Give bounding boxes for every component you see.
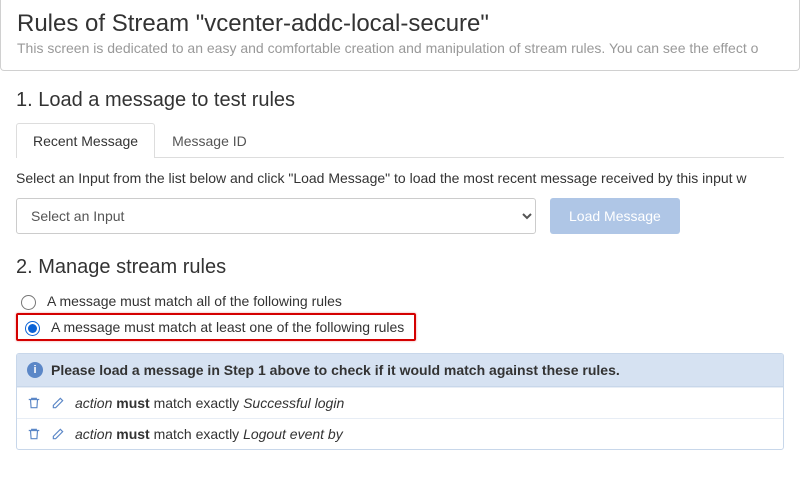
rule-row: action must match exactly Logout event b… <box>17 418 783 449</box>
match-all-label: A message must match all of the followin… <box>47 293 342 309</box>
match-any-radio[interactable] <box>25 321 40 336</box>
match-all-radio-row[interactable]: A message must match all of the followin… <box>16 289 784 313</box>
match-all-radio[interactable] <box>21 295 36 310</box>
info-icon: i <box>27 362 43 378</box>
rules-panel: i Please load a message in Step 1 above … <box>16 353 784 450</box>
match-any-highlight: A message must match at least one of the… <box>16 313 416 341</box>
rule-row: action must match exactly Successful log… <box>17 387 783 418</box>
title-suffix: " <box>480 10 489 37</box>
rule-text: action must match exactly Logout event b… <box>75 426 343 442</box>
section2-title: 2. Manage stream rules <box>16 256 784 279</box>
rule-text: action must match exactly Successful log… <box>75 395 344 411</box>
stream-name: vcenter-addc-local-secure <box>204 10 480 37</box>
rules-panel-hint: i Please load a message in Step 1 above … <box>17 354 783 387</box>
page-header: Rules of Stream "vcenter-addc-local-secu… <box>0 0 800 71</box>
delete-rule-icon[interactable] <box>27 427 41 441</box>
page-subtitle: This screen is dedicated to an easy and … <box>17 40 783 56</box>
page-title: Rules of Stream "vcenter-addc-local-secu… <box>17 10 783 38</box>
section-manage-rules: 2. Manage stream rules A message must ma… <box>0 256 800 450</box>
match-any-label: A message must match at least one of the… <box>51 319 404 335</box>
rules-panel-hint-text: Please load a message in Step 1 above to… <box>51 362 620 378</box>
edit-rule-icon[interactable] <box>51 427 65 441</box>
section-load-message: 1. Load a message to test rules Recent M… <box>0 89 800 234</box>
input-selector-row: Select an Input Load Message <box>16 198 784 234</box>
match-any-radio-row[interactable]: A message must match at least one of the… <box>20 318 404 336</box>
section1-title: 1. Load a message to test rules <box>16 89 784 112</box>
title-prefix: Rules of Stream " <box>17 10 204 37</box>
edit-rule-icon[interactable] <box>51 396 65 410</box>
match-mode-group: A message must match all of the followin… <box>16 289 784 341</box>
input-select[interactable]: Select an Input <box>16 198 536 234</box>
load-message-button[interactable]: Load Message <box>550 198 680 234</box>
tab-recent-message[interactable]: Recent Message <box>16 123 155 158</box>
load-help-text: Select an Input from the list below and … <box>16 170 784 186</box>
tab-message-id[interactable]: Message ID <box>155 123 264 158</box>
delete-rule-icon[interactable] <box>27 396 41 410</box>
message-source-tabs: Recent Message Message ID <box>16 122 784 158</box>
